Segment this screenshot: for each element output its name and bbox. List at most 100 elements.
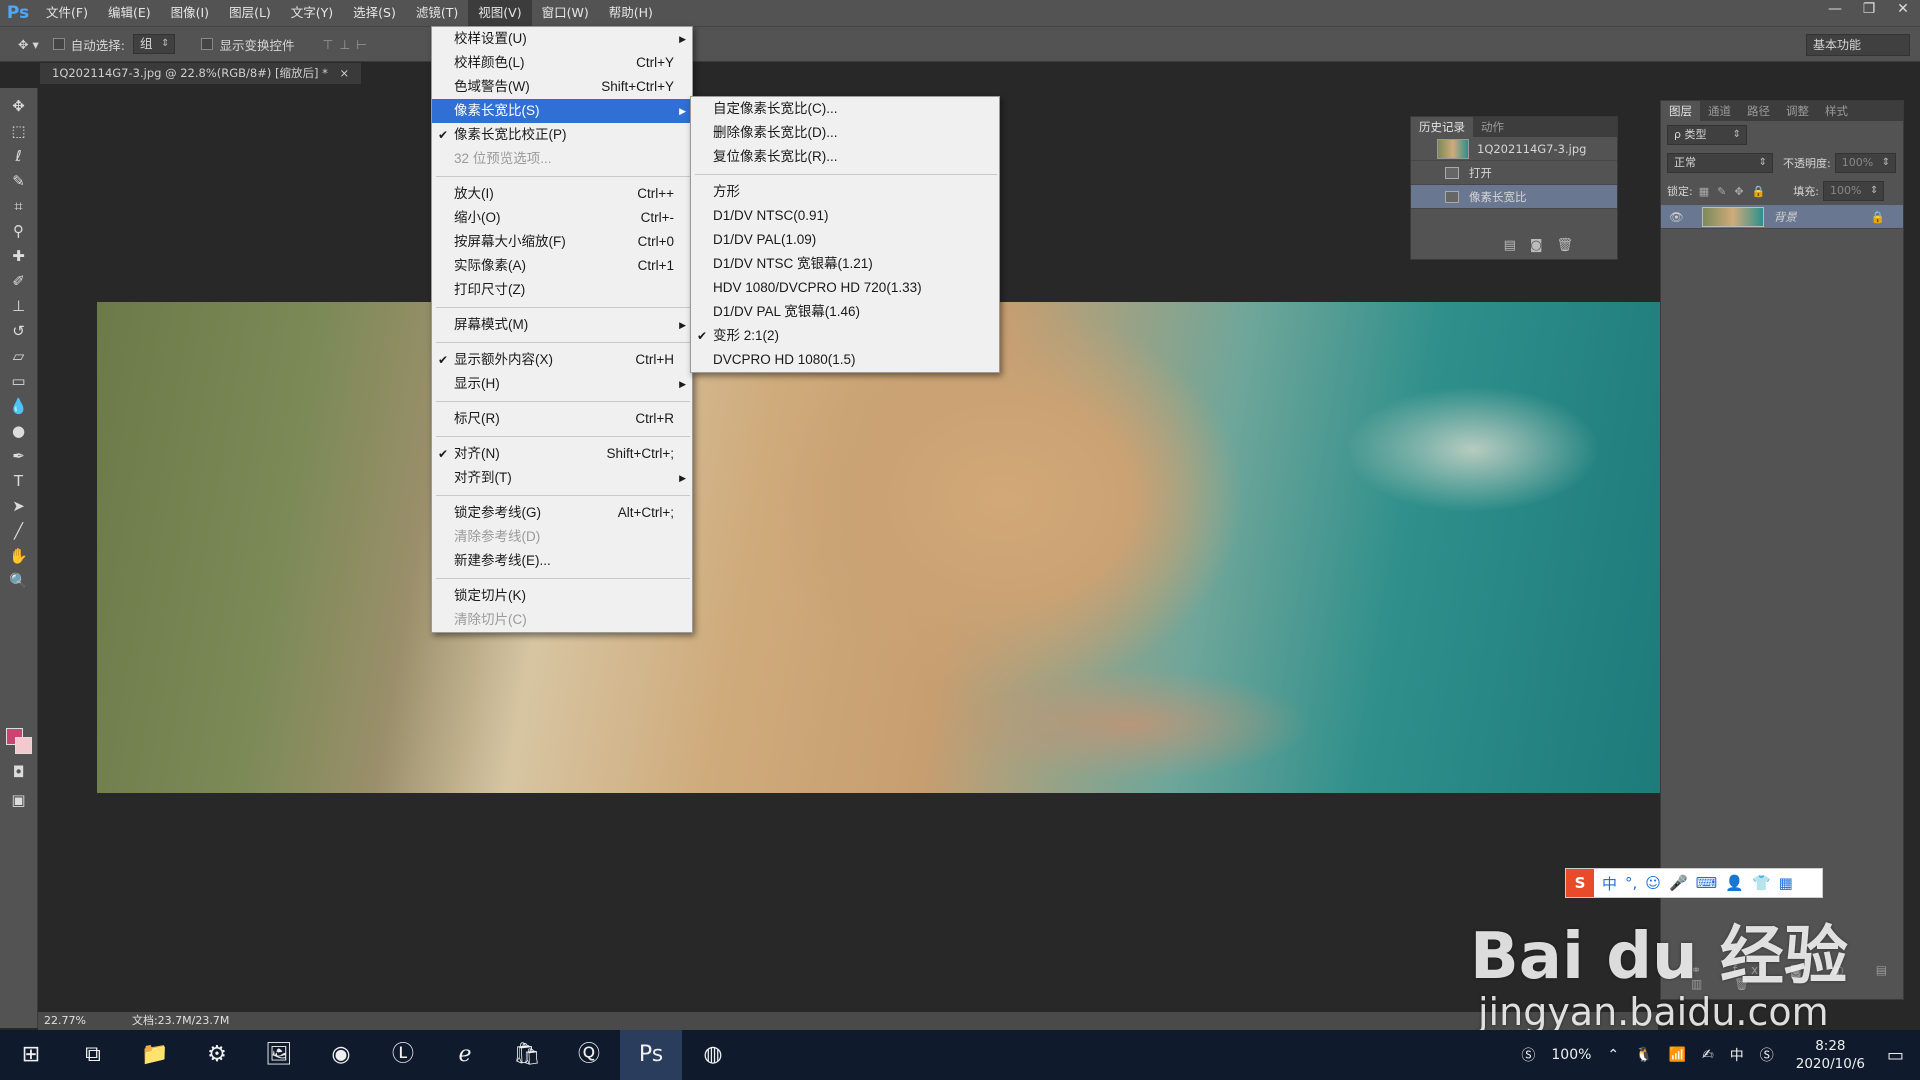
workspace-dropdown[interactable]: 基本功能 <box>1806 34 1910 56</box>
start-button-icon[interactable]: ⊞ <box>0 1030 62 1080</box>
eyedropper-tool-icon[interactable]: ⚲ <box>5 219 33 244</box>
lock-icons[interactable]: ▦✎✥🔒 <box>1699 185 1774 198</box>
eraser-tool-icon[interactable]: ▱ <box>5 344 33 369</box>
restore-button[interactable]: ❐ <box>1852 0 1886 20</box>
view-menu-item[interactable]: 锁定切片(K) <box>432 584 692 608</box>
hand-tool-icon[interactable]: ✋ <box>5 544 33 569</box>
search-app-icon[interactable]: Ⓠ <box>558 1030 620 1080</box>
layer-filter-dropdown[interactable]: ρ 类型 <box>1667 125 1747 145</box>
dodge-tool-icon[interactable]: ● <box>5 419 33 444</box>
ie-browser-icon[interactable]: ℯ <box>434 1030 496 1080</box>
view-menu-item[interactable]: 校样颜色(L) Ctrl+Y <box>432 51 692 75</box>
notification-icon[interactable]: ▭ <box>1887 1045 1904 1066</box>
settings-icon[interactable]: ⚙ <box>186 1030 248 1080</box>
tab-paths[interactable]: 路径 <box>1739 101 1778 121</box>
menu-5[interactable]: 选择(S) <box>343 0 406 26</box>
history-step-aspect[interactable]: 像素长宽比 <box>1411 185 1617 209</box>
menu-1[interactable]: 编辑(E) <box>98 0 161 26</box>
layer-row-background[interactable]: 👁 背景 🔒 <box>1661 205 1903 229</box>
auto-select-checkbox[interactable] <box>52 38 65 50</box>
aspect-submenu-item[interactable]: D1/DV PAL(1.09) <box>691 228 999 252</box>
minimize-button[interactable]: — <box>1818 0 1852 20</box>
store-icon[interactable]: 🛍 <box>496 1030 558 1080</box>
view-menu-item[interactable]: 放大(I) Ctrl++ <box>432 182 692 206</box>
toolbox-icon[interactable]: ▦ <box>1779 874 1793 892</box>
opacity-field[interactable]: 100% <box>1834 153 1897 173</box>
aspect-submenu-item[interactable]: 删除像素长宽比(D)... <box>691 121 999 145</box>
view-menu-item[interactable]: 像素长宽比(S) ▶ <box>432 99 692 123</box>
view-menu-item[interactable]: 打印尺寸(Z) <box>432 278 692 302</box>
file-explorer-icon[interactable]: 📁 <box>124 1030 186 1080</box>
aspect-submenu-item[interactable]: DVCPRO HD 1080(1.5) <box>691 348 999 372</box>
aspect-submenu-item[interactable]: D1/DV PAL 宽银幕(1.46) <box>691 300 999 324</box>
tab-styles[interactable]: 样式 <box>1817 101 1856 121</box>
quick-select-tool-icon[interactable]: ✎ <box>5 169 33 194</box>
menu-9[interactable]: 帮助(H) <box>599 0 663 26</box>
qq-icon[interactable]: 🐧 <box>1635 1047 1652 1063</box>
menu-6[interactable]: 滤镜(T) <box>406 0 468 26</box>
crop-tool-icon[interactable]: ⌗ <box>5 194 33 219</box>
brush-tool-icon[interactable]: ✐ <box>5 269 33 294</box>
view-menu-item[interactable]: ✔ 显示额外内容(X) Ctrl+H <box>432 348 692 372</box>
menu-7[interactable]: 视图(V) <box>468 0 532 26</box>
aspect-submenu-item[interactable]: 自定像素长宽比(C)... <box>691 97 999 121</box>
menu-3[interactable]: 图层(L) <box>219 0 281 26</box>
blend-mode-dropdown[interactable]: 正常 <box>1667 153 1773 173</box>
history-brush-tool-icon[interactable]: ↺ <box>5 319 33 344</box>
gradient-tool-icon[interactable]: ▭ <box>5 369 33 394</box>
path-select-tool-icon[interactable]: ➤ <box>5 494 33 519</box>
user-icon[interactable]: 👤 <box>1725 874 1744 892</box>
document-tab[interactable]: 1Q202114G7-3.jpg @ 22.8%(RGB/8#) [缩放后] *… <box>40 62 362 84</box>
ime-indicator[interactable]: 中 <box>1730 1045 1744 1065</box>
quick-mask-icon[interactable]: ◘ <box>5 760 33 785</box>
menu-8[interactable]: 窗口(W) <box>532 0 599 26</box>
sogou-tray-icon[interactable]: Ⓢ <box>1521 1045 1535 1065</box>
aspect-submenu-item[interactable]: D1/DV NTSC 宽银幕(1.21) <box>691 252 999 276</box>
keyboard-icon[interactable]: ⌨ <box>1696 874 1718 892</box>
tab-history[interactable]: 历史记录 <box>1411 117 1473 137</box>
screen-mode-icon[interactable]: ▣ <box>5 788 33 813</box>
zoom-level[interactable]: 22.77% <box>44 1012 86 1030</box>
line-tool-icon[interactable]: ╱ <box>5 519 33 544</box>
history-panel-buttons[interactable]: ▤◙🗑 <box>1504 238 1587 253</box>
chevron-up-icon[interactable]: ⌃ <box>1607 1047 1619 1063</box>
view-menu-item[interactable]: 锁定参考线(G) Alt+Ctrl+; <box>432 501 692 525</box>
view-menu-item[interactable]: 按屏幕大小缩放(F) Ctrl+0 <box>432 230 692 254</box>
view-menu-item[interactable]: ✔ 像素长宽比校正(P) <box>432 123 692 147</box>
history-snapshot[interactable]: 1Q202114G7-3.jpg <box>1411 137 1617 161</box>
clock[interactable]: 8:28 2020/10/6 <box>1796 1037 1865 1073</box>
tab-actions[interactable]: 动作 <box>1473 117 1512 137</box>
view-menu-item[interactable]: 显示(H) ▶ <box>432 372 692 396</box>
ime-mode-icon[interactable]: 中 <box>1602 873 1617 894</box>
menu-0[interactable]: 文件(F) <box>36 0 98 26</box>
photos-icon[interactable]: 🖼 <box>248 1030 310 1080</box>
show-transform-checkbox[interactable] <box>201 38 214 50</box>
sogou-logo-icon[interactable]: S <box>1566 869 1594 897</box>
document-tab-close-icon[interactable]: × <box>340 66 350 80</box>
aspect-submenu-item[interactable]: 方形 <box>691 180 999 204</box>
view-menu-item[interactable]: 新建参考线(E)... <box>432 549 692 573</box>
emoji-icon[interactable]: ☺ <box>1645 874 1661 892</box>
menu-2[interactable]: 图像(I) <box>161 0 219 26</box>
aspect-submenu-item[interactable]: ✔ 变形 2:1(2) <box>691 324 999 348</box>
aspect-submenu-item[interactable]: 复位像素长宽比(R)... <box>691 145 999 169</box>
view-menu-item[interactable]: 色域警告(W) Shift+Ctrl+Y <box>432 75 692 99</box>
view-menu-item[interactable]: 对齐到(T) ▶ <box>432 466 692 490</box>
pen-icon[interactable]: ✍ <box>1702 1047 1714 1063</box>
task-view-icon[interactable]: ⧉ <box>62 1030 124 1080</box>
battery-indicator[interactable]: 100% <box>1551 1047 1591 1063</box>
eye-icon[interactable]: 👁 <box>1669 210 1684 224</box>
history-step-open[interactable]: 打开 <box>1411 161 1617 185</box>
auto-select-dropdown[interactable]: 组 <box>132 34 176 54</box>
fill-field[interactable]: 100% <box>1822 181 1885 201</box>
view-menu-item[interactable]: 缩小(O) Ctrl+- <box>432 206 692 230</box>
l-app-icon[interactable]: Ⓛ <box>372 1030 434 1080</box>
menu-4[interactable]: 文字(Y) <box>281 0 343 26</box>
view-menu-item[interactable]: 校样设置(U) ▶ <box>432 27 692 51</box>
photoshop-taskbar-icon[interactable]: Ps <box>620 1030 682 1080</box>
move-tool-icon[interactable]: ✥ ▾ <box>18 37 39 52</box>
aspect-submenu-item[interactable]: HDV 1080/DVCPRO HD 720(1.33) <box>691 276 999 300</box>
sogou-tray-icon-2[interactable]: Ⓢ <box>1760 1045 1774 1065</box>
blur-tool-icon[interactable]: 💧 <box>5 394 33 419</box>
close-button[interactable]: ✕ <box>1886 0 1920 20</box>
